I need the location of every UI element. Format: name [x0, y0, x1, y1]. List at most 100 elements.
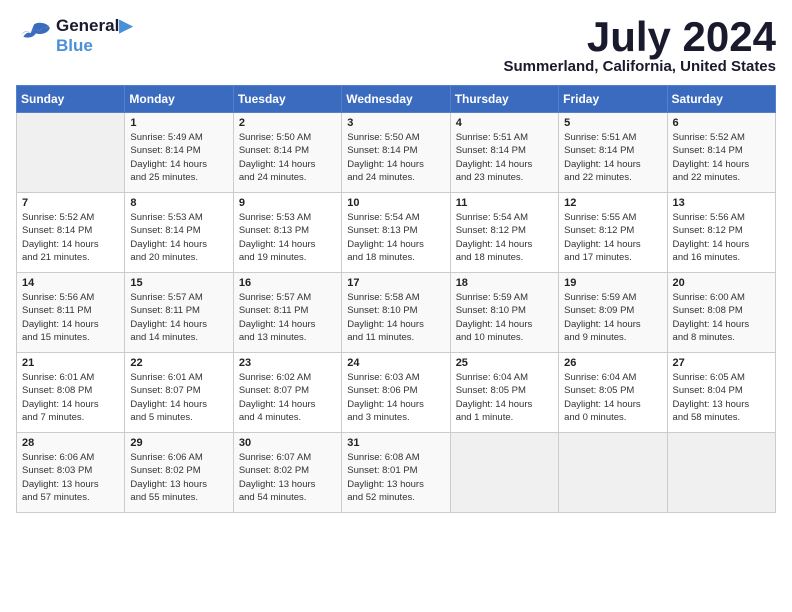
cell-info: Sunrise: 5:54 AM Sunset: 8:13 PM Dayligh…	[347, 211, 444, 264]
weekday-header-wednesday: Wednesday	[342, 86, 450, 113]
cell-info: Sunrise: 6:04 AM Sunset: 8:05 PM Dayligh…	[564, 371, 661, 424]
day-number: 15	[130, 277, 227, 289]
day-number: 4	[456, 117, 553, 129]
day-number: 8	[130, 197, 227, 209]
calendar-cell: 6 Sunrise: 5:52 AM Sunset: 8:14 PM Daylig…	[667, 113, 775, 193]
weekday-header-saturday: Saturday	[667, 86, 775, 113]
day-number: 11	[456, 197, 553, 209]
calendar-week-row: 21Sunrise: 6:01 AM Sunset: 8:08 PM Dayli…	[17, 353, 776, 433]
day-number: 23	[239, 357, 336, 369]
day-number: 14	[22, 277, 119, 289]
calendar-cell: 4 Sunrise: 5:51 AM Sunset: 8:14 PM Daylig…	[450, 113, 558, 193]
calendar-cell: 16Sunrise: 5:57 AM Sunset: 8:11 PM Dayli…	[233, 273, 341, 353]
cell-info: Sunrise: 5:59 AM Sunset: 8:10 PM Dayligh…	[456, 291, 553, 344]
day-number: 27	[673, 357, 770, 369]
calendar-cell	[559, 433, 667, 513]
weekday-header-monday: Monday	[125, 86, 233, 113]
cell-info: Sunrise: 5:55 AM Sunset: 8:12 PM Dayligh…	[564, 211, 661, 264]
day-number: 13	[673, 197, 770, 209]
cell-info: Sunrise: 6:06 AM Sunset: 8:03 PM Dayligh…	[22, 451, 119, 504]
calendar-cell: 9Sunrise: 5:53 AM Sunset: 8:13 PM Daylig…	[233, 193, 341, 273]
calendar-cell: 15 Sunrise: 5:57 AM Sunset: 8:11 PM Dayli…	[125, 273, 233, 353]
calendar-cell: 2Sunrise: 5:50 AM Sunset: 8:14 PM Daylig…	[233, 113, 341, 193]
calendar-cell: 19 Sunrise: 5:59 AM Sunset: 8:09 PM Dayli…	[559, 273, 667, 353]
cell-info: Sunrise: 6:01 AM Sunset: 8:07 PM Dayligh…	[130, 371, 227, 424]
cell-info: Sunrise: 6:08 AM Sunset: 8:01 PM Dayligh…	[347, 451, 444, 504]
calendar-cell: 8Sunrise: 5:53 AM Sunset: 8:14 PM Daylig…	[125, 193, 233, 273]
cell-info: Sunrise: 6:06 AM Sunset: 8:02 PM Dayligh…	[130, 451, 227, 504]
logo-icon	[16, 21, 52, 51]
calendar-cell: 24Sunrise: 6:03 AM Sunset: 8:06 PM Dayli…	[342, 353, 450, 433]
calendar-cell: 1Sunrise: 5:49 AM Sunset: 8:14 PM Daylig…	[125, 113, 233, 193]
day-number: 5	[564, 117, 661, 129]
logo-text: General▶ Blue	[56, 16, 132, 56]
location-subtitle: Summerland, California, United States	[503, 58, 776, 75]
day-number: 10	[347, 197, 444, 209]
calendar-cell: 27 Sunrise: 6:05 AM Sunset: 8:04 PM Dayli…	[667, 353, 775, 433]
calendar-week-row: 14 Sunrise: 5:56 AM Sunset: 8:11 PM Dayli…	[17, 273, 776, 353]
cell-info: Sunrise: 5:56 AM Sunset: 8:12 PM Dayligh…	[673, 211, 770, 264]
cell-info: Sunrise: 5:52 AM Sunset: 8:14 PM Dayligh…	[22, 211, 119, 264]
cell-info: Sunrise: 5:59 AM Sunset: 8:09 PM Dayligh…	[564, 291, 661, 344]
day-number: 17	[347, 277, 444, 289]
calendar-cell: 11 Sunrise: 5:54 AM Sunset: 8:12 PM Dayli…	[450, 193, 558, 273]
day-number: 30	[239, 437, 336, 449]
calendar-cell: 13 Sunrise: 5:56 AM Sunset: 8:12 PM Dayli…	[667, 193, 775, 273]
weekday-header-thursday: Thursday	[450, 86, 558, 113]
day-number: 7	[22, 197, 119, 209]
calendar-week-row: 1Sunrise: 5:49 AM Sunset: 8:14 PM Daylig…	[17, 113, 776, 193]
cell-info: Sunrise: 5:56 AM Sunset: 8:11 PM Dayligh…	[22, 291, 119, 344]
day-number: 19	[564, 277, 661, 289]
cell-info: Sunrise: 6:00 AM Sunset: 8:08 PM Dayligh…	[673, 291, 770, 344]
cell-info: Sunrise: 5:54 AM Sunset: 8:12 PM Dayligh…	[456, 211, 553, 264]
calendar-cell: 21Sunrise: 6:01 AM Sunset: 8:08 PM Dayli…	[17, 353, 125, 433]
day-number: 9	[239, 197, 336, 209]
calendar-cell: 17Sunrise: 5:58 AM Sunset: 8:10 PM Dayli…	[342, 273, 450, 353]
calendar-cell: 23 Sunrise: 6:02 AM Sunset: 8:07 PM Dayli…	[233, 353, 341, 433]
cell-info: Sunrise: 6:07 AM Sunset: 8:02 PM Dayligh…	[239, 451, 336, 504]
day-number: 16	[239, 277, 336, 289]
weekday-header-friday: Friday	[559, 86, 667, 113]
calendar-cell: 14 Sunrise: 5:56 AM Sunset: 8:11 PM Dayli…	[17, 273, 125, 353]
day-number: 29	[130, 437, 227, 449]
day-number: 2	[239, 117, 336, 129]
calendar-week-row: 28 Sunrise: 6:06 AM Sunset: 8:03 PM Dayli…	[17, 433, 776, 513]
calendar-table: SundayMondayTuesdayWednesdayThursdayFrid…	[16, 85, 776, 513]
cell-info: Sunrise: 5:52 AM Sunset: 8:14 PM Dayligh…	[673, 131, 770, 184]
day-number: 12	[564, 197, 661, 209]
cell-info: Sunrise: 6:01 AM Sunset: 8:08 PM Dayligh…	[22, 371, 119, 424]
calendar-cell: 5 Sunrise: 5:51 AM Sunset: 8:14 PM Daylig…	[559, 113, 667, 193]
calendar-cell: 12 Sunrise: 5:55 AM Sunset: 8:12 PM Dayli…	[559, 193, 667, 273]
calendar-cell: 26Sunrise: 6:04 AM Sunset: 8:05 PM Dayli…	[559, 353, 667, 433]
day-number: 6	[673, 117, 770, 129]
calendar-cell: 30 Sunrise: 6:07 AM Sunset: 8:02 PM Dayli…	[233, 433, 341, 513]
cell-info: Sunrise: 6:02 AM Sunset: 8:07 PM Dayligh…	[239, 371, 336, 424]
calendar-cell: 25Sunrise: 6:04 AM Sunset: 8:05 PM Dayli…	[450, 353, 558, 433]
day-number: 3	[347, 117, 444, 129]
calendar-week-row: 7 Sunrise: 5:52 AM Sunset: 8:14 PM Daylig…	[17, 193, 776, 273]
calendar-cell: 20 Sunrise: 6:00 AM Sunset: 8:08 PM Dayli…	[667, 273, 775, 353]
calendar-cell: 22 Sunrise: 6:01 AM Sunset: 8:07 PM Dayli…	[125, 353, 233, 433]
title-block: July 2024 Summerland, California, United…	[503, 16, 776, 75]
calendar-cell: 3Sunrise: 5:50 AM Sunset: 8:14 PM Daylig…	[342, 113, 450, 193]
cell-info: Sunrise: 5:51 AM Sunset: 8:14 PM Dayligh…	[456, 131, 553, 184]
calendar-cell: 10 Sunrise: 5:54 AM Sunset: 8:13 PM Dayli…	[342, 193, 450, 273]
calendar-cell: 31Sunrise: 6:08 AM Sunset: 8:01 PM Dayli…	[342, 433, 450, 513]
cell-info: Sunrise: 5:57 AM Sunset: 8:11 PM Dayligh…	[130, 291, 227, 344]
weekday-header-sunday: Sunday	[17, 86, 125, 113]
cell-info: Sunrise: 5:49 AM Sunset: 8:14 PM Dayligh…	[130, 131, 227, 184]
weekday-header-tuesday: Tuesday	[233, 86, 341, 113]
cell-info: Sunrise: 6:03 AM Sunset: 8:06 PM Dayligh…	[347, 371, 444, 424]
cell-info: Sunrise: 6:05 AM Sunset: 8:04 PM Dayligh…	[673, 371, 770, 424]
day-number: 28	[22, 437, 119, 449]
calendar-cell: 7 Sunrise: 5:52 AM Sunset: 8:14 PM Daylig…	[17, 193, 125, 273]
calendar-cell: 18Sunrise: 5:59 AM Sunset: 8:10 PM Dayli…	[450, 273, 558, 353]
calendar-cell: 29 Sunrise: 6:06 AM Sunset: 8:02 PM Dayli…	[125, 433, 233, 513]
cell-info: Sunrise: 5:51 AM Sunset: 8:14 PM Dayligh…	[564, 131, 661, 184]
logo: General▶ Blue	[16, 16, 132, 56]
calendar-cell	[667, 433, 775, 513]
day-number: 22	[130, 357, 227, 369]
calendar-cell	[450, 433, 558, 513]
day-number: 20	[673, 277, 770, 289]
calendar-cell	[17, 113, 125, 193]
